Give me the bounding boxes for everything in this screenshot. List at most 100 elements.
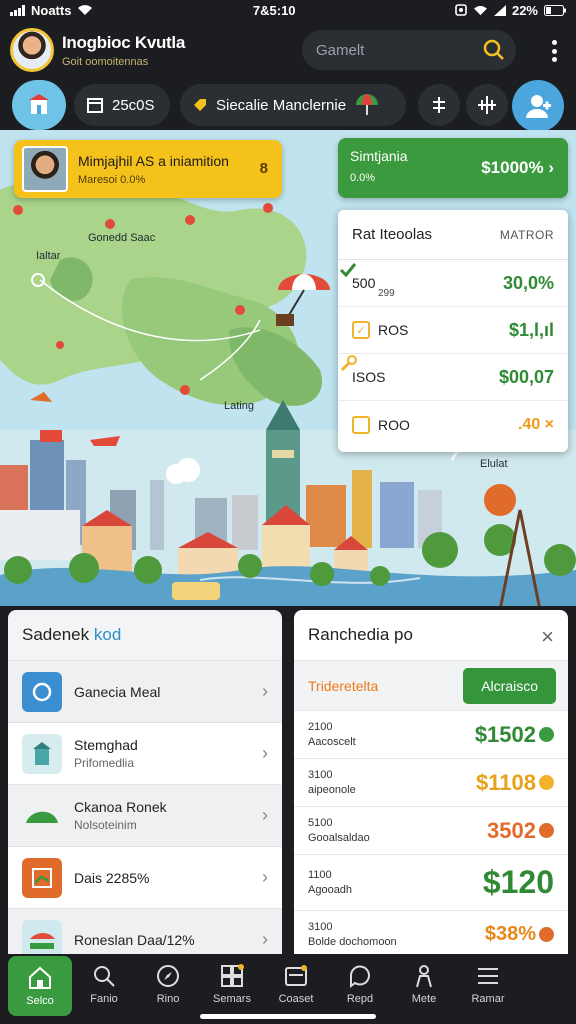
chevron-right-icon: › [262, 743, 268, 763]
action-button[interactable]: Alcraisco [463, 667, 556, 704]
stats-row[interactable]: 500 299 30,0% [338, 260, 568, 307]
settings-button[interactable] [466, 84, 508, 126]
stats-row-value: .40 × [517, 415, 554, 433]
list-item-title: Stemghad [74, 737, 138, 753]
table-row[interactable]: 3100 Bolde dochomoon $38% [294, 910, 568, 954]
map-label: Elulat [480, 458, 508, 470]
close-icon[interactable]: × [541, 624, 554, 650]
grid-icon [221, 964, 244, 987]
profile-card-value: 8 [259, 160, 268, 177]
nav-item-menu[interactable]: Ramar [456, 954, 520, 1014]
search-input[interactable]: Gamelt [302, 30, 516, 70]
battery-label: 22% [511, 2, 538, 18]
tab-region[interactable]: Trideretelta [308, 678, 378, 694]
add-user-button[interactable] [512, 80, 564, 132]
chevron-right-icon: › [548, 158, 554, 177]
list-item-subtitle: Nolsoteinim [74, 818, 137, 832]
map-label: Gonedd Saac [88, 232, 156, 244]
balloon-icon [356, 94, 379, 115]
nav-label: Fanio [90, 993, 118, 1005]
tag-icon [194, 99, 206, 111]
stats-row-value: $00,07 [498, 366, 554, 387]
island-icon [22, 795, 62, 836]
row-code: 2100 [308, 721, 333, 733]
row-price: 3502 [487, 817, 536, 843]
landmark-icon [22, 733, 62, 774]
row-price: $1108 [476, 769, 536, 795]
count-pill[interactable]: 25c0S [74, 84, 170, 126]
title-label: Siecalie Manclernie [216, 96, 347, 114]
price-card-value: $1000% [481, 158, 544, 177]
ranking-panel: Ranchedia po × Trideretelta Alcraisco 21… [294, 610, 568, 954]
status-bar: Noatts 7&5:10 22% [0, 0, 576, 20]
row-name: Gooalsaldao [308, 832, 370, 844]
nav-item-home[interactable]: Selco [8, 956, 72, 1016]
list-item[interactable]: Dais 2285% › [8, 846, 282, 908]
stats-row-value: $1,l,ıl [508, 319, 554, 340]
nav-item-card[interactable]: Coaset [264, 954, 328, 1014]
map-view[interactable]: Gonedd Saac Ialtar Lating Elulat Mimjajh… [0, 130, 576, 606]
stats-row-sub: 299 [378, 288, 395, 299]
card-icon [285, 965, 307, 986]
row-price: $38% [484, 923, 536, 945]
nav-item-grid[interactable]: Semars [200, 954, 264, 1014]
row-code: 3100 [308, 769, 333, 781]
list-item-title: Roneslan Daa/12% [74, 931, 195, 948]
stats-row[interactable]: ROO .40 × [338, 401, 568, 448]
search-placeholder: Gamelt [316, 41, 365, 59]
table-row[interactable]: 5100 Gooalsaldao 3502 [294, 806, 568, 854]
price-card[interactable]: Simtjania 0.0% $1000% › [338, 138, 568, 198]
calendar-icon [87, 98, 103, 113]
crosshair-icon [478, 96, 496, 114]
map-label: Ialtar [36, 250, 61, 262]
title-pill[interactable]: Siecalie Manclernie [180, 84, 406, 126]
list-item[interactable]: Roneslan Daa/12% › [8, 908, 282, 954]
profile-card-title: Mimjajhil AS a iniamition [78, 152, 229, 169]
home-indicator[interactable] [200, 1014, 376, 1019]
stats-row-value: 30,0% [502, 272, 554, 293]
nav-item-explore[interactable]: Rino [136, 954, 200, 1014]
stats-subtitle: MATROR [499, 227, 554, 242]
wifi-icon [78, 5, 93, 15]
stats-card: Rat Iteoolas MATROR 500 299 30,0% ✓ ROS … [338, 210, 568, 452]
panel-title: Sadenek kod [8, 610, 282, 660]
toolbar: 25c0S Siecalie Manclernie [0, 80, 576, 132]
checkbox-icon: ✓ [352, 321, 370, 339]
list-item[interactable]: Ganecia Meal › [8, 660, 282, 722]
home-flag-button[interactable] [12, 80, 66, 130]
count-label: 25c0S [112, 96, 155, 114]
nav-label: Mete [411, 993, 437, 1005]
stats-row-label: ROS [378, 322, 409, 338]
panel-title: Ranchedia po [308, 625, 413, 644]
search-icon [94, 966, 115, 987]
profile-card-subtitle: Maresoi 0.0% [78, 173, 146, 186]
list-item[interactable]: Ckanoa Ronek Nolsoteinim › [8, 784, 282, 846]
panel-title-text: Sadenek [22, 625, 90, 644]
chat-icon [349, 965, 370, 988]
compass-icon [157, 965, 179, 987]
table-row[interactable]: 1100 Agooadh $120 [294, 854, 568, 910]
nav-label: Semars [213, 993, 251, 1005]
search-icon[interactable] [482, 38, 506, 62]
profile-card[interactable]: Mimjajhil AS a iniamition Maresoi 0.0% 8 [14, 140, 282, 198]
stats-row-label: ROO [378, 416, 410, 433]
nav-item-chat[interactable]: Repd [328, 954, 392, 1014]
user-info: Inogbioc Kvutla Goit oomoitennas [62, 33, 185, 68]
table-row[interactable]: 3100 aipeonole $1108 [294, 758, 568, 806]
wrench-icon [340, 355, 357, 372]
nav-item-search[interactable]: Fanio [72, 954, 136, 1014]
avatar[interactable] [10, 28, 54, 72]
stats-row[interactable]: ISOS $00,07 [338, 354, 568, 401]
table-row[interactable]: 2100 Aacoscelt $1502 [294, 710, 568, 758]
app-header: Inogbioc Kvutla Goit oomoitennas Gamelt [0, 22, 576, 78]
more-menu-icon[interactable] [552, 40, 558, 62]
user-name: Inogbioc Kvutla [62, 32, 186, 52]
user-subtitle: Goit oomoitennas [62, 55, 149, 68]
row-name: aipeonole [308, 784, 356, 796]
nav-item-profile[interactable]: Mete [392, 954, 456, 1014]
filter-button[interactable] [418, 84, 460, 126]
stats-row[interactable]: ✓ ROS $1,l,ıl [338, 307, 568, 354]
stats-title: Rat Iteoolas [352, 226, 433, 243]
flag-icon [29, 94, 49, 114]
list-item[interactable]: Stemghad Prifomedlia › [8, 722, 282, 784]
